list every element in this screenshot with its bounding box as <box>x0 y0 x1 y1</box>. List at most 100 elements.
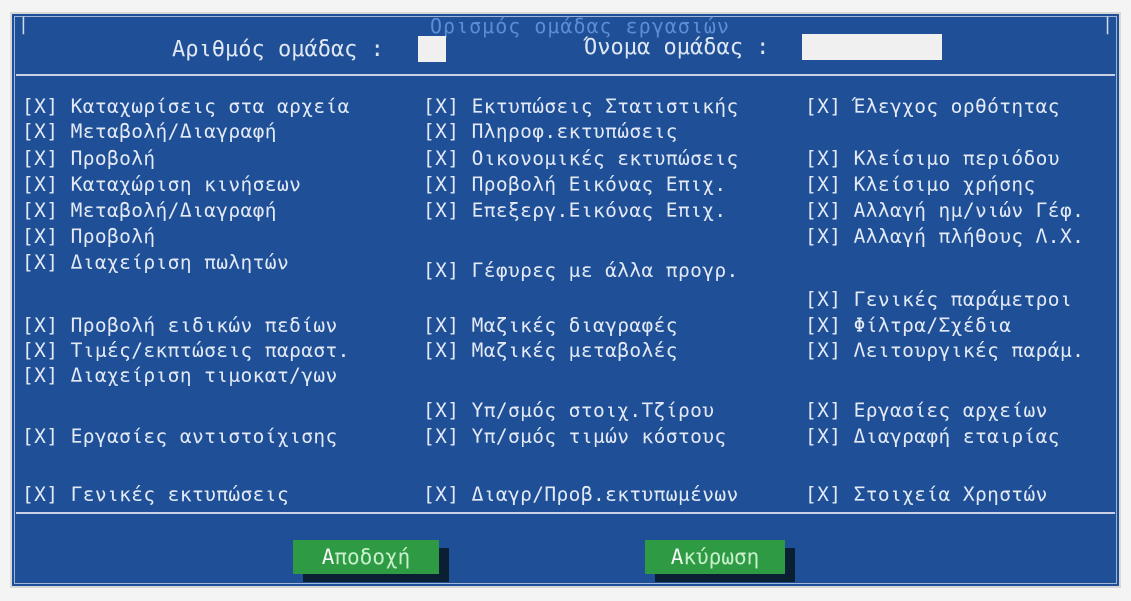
checkbox-mark: [X] <box>805 483 842 506</box>
checkbox-mark: [X] <box>805 225 842 248</box>
checkbox-mark: [X] <box>423 199 460 222</box>
accept-label: ποδοχή <box>334 545 411 569</box>
accept-button[interactable]: Αποδοχή <box>293 540 439 574</box>
checkbox-mark: [X] <box>22 95 59 118</box>
permission-checkbox[interactable]: [X] Γέφυρες με άλλα προγρ. <box>423 260 739 282</box>
checkbox-mark: [X] <box>805 339 842 362</box>
checkbox-mark: [X] <box>22 425 59 448</box>
permission-checkbox[interactable]: [X] Προβολή <box>22 148 156 170</box>
dialog-window: | Ορισμός ομάδας εργασιών | Αριθμός ομάδ… <box>10 12 1121 588</box>
permission-checkbox[interactable]: [X] Οικονομικές εκτυπώσεις <box>423 148 739 170</box>
permission-checkbox[interactable]: [X] Μαζικές διαγραφές <box>423 315 678 337</box>
permission-label: Καταχώριση κινήσεων <box>70 173 302 196</box>
checkbox-mark: [X] <box>805 199 842 222</box>
group-number-label: Αριθμός ομάδας : <box>172 37 384 62</box>
header-divider <box>16 74 1115 76</box>
permission-label: Προβολή <box>70 147 156 170</box>
group-name-input[interactable] <box>802 34 942 60</box>
permission-label: Κλείσιμο χρήσης <box>853 173 1036 196</box>
checkbox-mark: [X] <box>22 225 59 248</box>
permission-checkbox[interactable]: [X] Προβολή <box>22 226 156 248</box>
checkbox-mark: [X] <box>423 147 460 170</box>
permission-checkbox[interactable]: [X] Τιμές/εκπτώσεις παραστ. <box>22 340 350 362</box>
permission-label: Εργασίες αντιστοίχισης <box>70 425 338 448</box>
permission-checkbox[interactable]: [X] Μεταβολή/Διαγραφή <box>22 200 277 222</box>
permission-label: Αλλαγή ημ/νιών Γέφ. <box>853 199 1085 222</box>
permission-label: Καταχωρίσεις στα αρχεία <box>70 95 350 118</box>
permission-label: Γενικές εκτυπώσεις <box>70 483 290 506</box>
permission-label: Προβολή ειδικών πεδίων <box>70 314 338 337</box>
permission-label: Επεξεργ.Εικόνας Επιχ. <box>471 199 727 222</box>
checkbox-mark: [X] <box>22 251 59 274</box>
permission-label: Τιμές/εκπτώσεις παραστ. <box>70 339 350 362</box>
permission-checkbox[interactable]: [X] Καταχώριση κινήσεων <box>22 174 301 196</box>
checkbox-mark: [X] <box>423 95 460 118</box>
permission-checkbox[interactable]: [X] Προβολή ειδικών πεδίων <box>22 315 338 337</box>
permission-checkbox[interactable]: [X] Μαζικές μεταβολές <box>423 340 678 362</box>
permission-label: Οικονομικές εκτυπώσεις <box>471 147 739 170</box>
checkbox-mark: [X] <box>423 173 460 196</box>
checkbox-mark: [X] <box>423 120 460 143</box>
checkbox-mark: [X] <box>22 364 59 387</box>
permission-checkbox[interactable]: [X] Εκτυπώσεις Στατιστικής <box>423 96 739 118</box>
permission-label: Υπ/σμός στοιχ.Τζίρου <box>471 399 715 422</box>
permission-checkbox[interactable]: [X] Κλείσιμο χρήσης <box>805 174 1036 196</box>
permission-label: Προβολή Εικόνας Επιχ. <box>471 173 727 196</box>
checkbox-mark: [X] <box>805 288 842 311</box>
permission-checkbox[interactable]: [X] Εργασίες αντιστοίχισης <box>22 426 338 448</box>
permission-label: Αλλαγή πλήθους Λ.Χ. <box>853 225 1085 248</box>
group-number-input[interactable] <box>418 36 446 62</box>
group-name-label: Όνομα ομάδας : <box>584 35 770 60</box>
permission-checkbox[interactable]: [X] Κλείσιμο περιόδου <box>805 148 1060 170</box>
cancel-label: κύρωση <box>683 545 760 569</box>
permission-label: Στοιχεία Χρηστών <box>853 483 1048 506</box>
permission-label: Διαγραφή εταιρίας <box>853 425 1060 448</box>
permission-checkbox[interactable]: [X] Αλλαγή πλήθους Λ.Χ. <box>805 226 1084 248</box>
permission-checkbox[interactable]: [X] Επεξεργ.Εικόνας Επιχ. <box>423 200 727 222</box>
permission-checkbox[interactable]: [X] Αλλαγή ημ/νιών Γέφ. <box>805 200 1084 222</box>
cancel-hotkey: Α <box>670 545 684 569</box>
permission-checkbox[interactable]: [X] Εργασίες αρχείων <box>805 400 1048 422</box>
permission-checkbox[interactable]: [X] Γενικές εκτυπώσεις <box>22 484 289 506</box>
checkbox-mark: [X] <box>22 339 59 362</box>
permission-label: Διαχείριση πωλητών <box>70 251 290 274</box>
permission-label: Κλείσιμο περιόδου <box>853 147 1060 170</box>
cancel-button[interactable]: Ακύρωση <box>645 540 785 574</box>
permission-label: Έλεγχος ορθότητας <box>853 95 1060 118</box>
window-corner-right: | <box>1102 14 1113 35</box>
checkbox-mark: [X] <box>22 314 59 337</box>
permission-label: Υπ/σμός τιμών κόστους <box>471 425 727 448</box>
permission-checkbox[interactable]: [X] Υπ/σμός τιμών κόστους <box>423 426 727 448</box>
checkbox-mark: [X] <box>22 173 59 196</box>
permission-checkbox[interactable]: [X] Καταχωρίσεις στα αρχεία <box>22 96 350 118</box>
checkbox-mark: [X] <box>805 399 842 422</box>
permission-checkbox[interactable]: [X] Διαχείριση τιμοκατ/γων <box>22 365 338 387</box>
permission-checkbox[interactable]: [X] Διαγρ/Προβ.εκτυπωμένων <box>423 484 739 506</box>
permission-checkbox[interactable]: [X] Διαχείριση πωλητών <box>22 252 289 274</box>
checkbox-mark: [X] <box>423 259 460 282</box>
permission-checkbox[interactable]: [X] Μεταβολή/Διαγραφή <box>22 121 277 143</box>
permission-label: Διαγρ/Προβ.εκτυπωμένων <box>471 483 739 506</box>
checkbox-mark: [X] <box>22 147 59 170</box>
permission-checkbox[interactable]: [X] Υπ/σμός στοιχ.Τζίρου <box>423 400 714 422</box>
permission-label: Διαχείριση τιμοκατ/γων <box>70 364 338 387</box>
permission-checkbox[interactable]: [X] Γενικές παράμετροι <box>805 289 1072 311</box>
permission-label: Προβολή <box>70 225 156 248</box>
accept-hotkey: Α <box>321 545 335 569</box>
checkbox-mark: [X] <box>805 95 842 118</box>
permission-checkbox[interactable]: [X] Προβολή Εικόνας Επιχ. <box>423 174 727 196</box>
permission-checkbox[interactable]: [X] Έλεγχος ορθότητας <box>805 96 1060 118</box>
permission-checkbox[interactable]: [X] Λειτουργικές παράμ. <box>805 340 1084 362</box>
checkbox-mark: [X] <box>805 147 842 170</box>
permission-label: Γενικές παράμετροι <box>853 288 1073 311</box>
permission-label: Μεταβολή/Διαγραφή <box>70 120 277 143</box>
permission-checkbox[interactable]: [X] Πληροφ.εκτυπώσεις <box>423 121 678 143</box>
permission-label: Εργασίες αρχείων <box>853 399 1048 422</box>
permission-label: Λειτουργικές παράμ. <box>853 339 1085 362</box>
permission-checkbox[interactable]: [X] Φίλτρα/Σχέδια <box>805 315 1011 337</box>
permission-label: Μαζικές μεταβολές <box>471 339 678 362</box>
checkbox-mark: [X] <box>805 173 842 196</box>
permission-checkbox[interactable]: [X] Στοιχεία Χρηστών <box>805 484 1048 506</box>
permission-checkbox[interactable]: [X] Διαγραφή εταιρίας <box>805 426 1060 448</box>
permission-label: Γέφυρες με άλλα προγρ. <box>471 259 739 282</box>
